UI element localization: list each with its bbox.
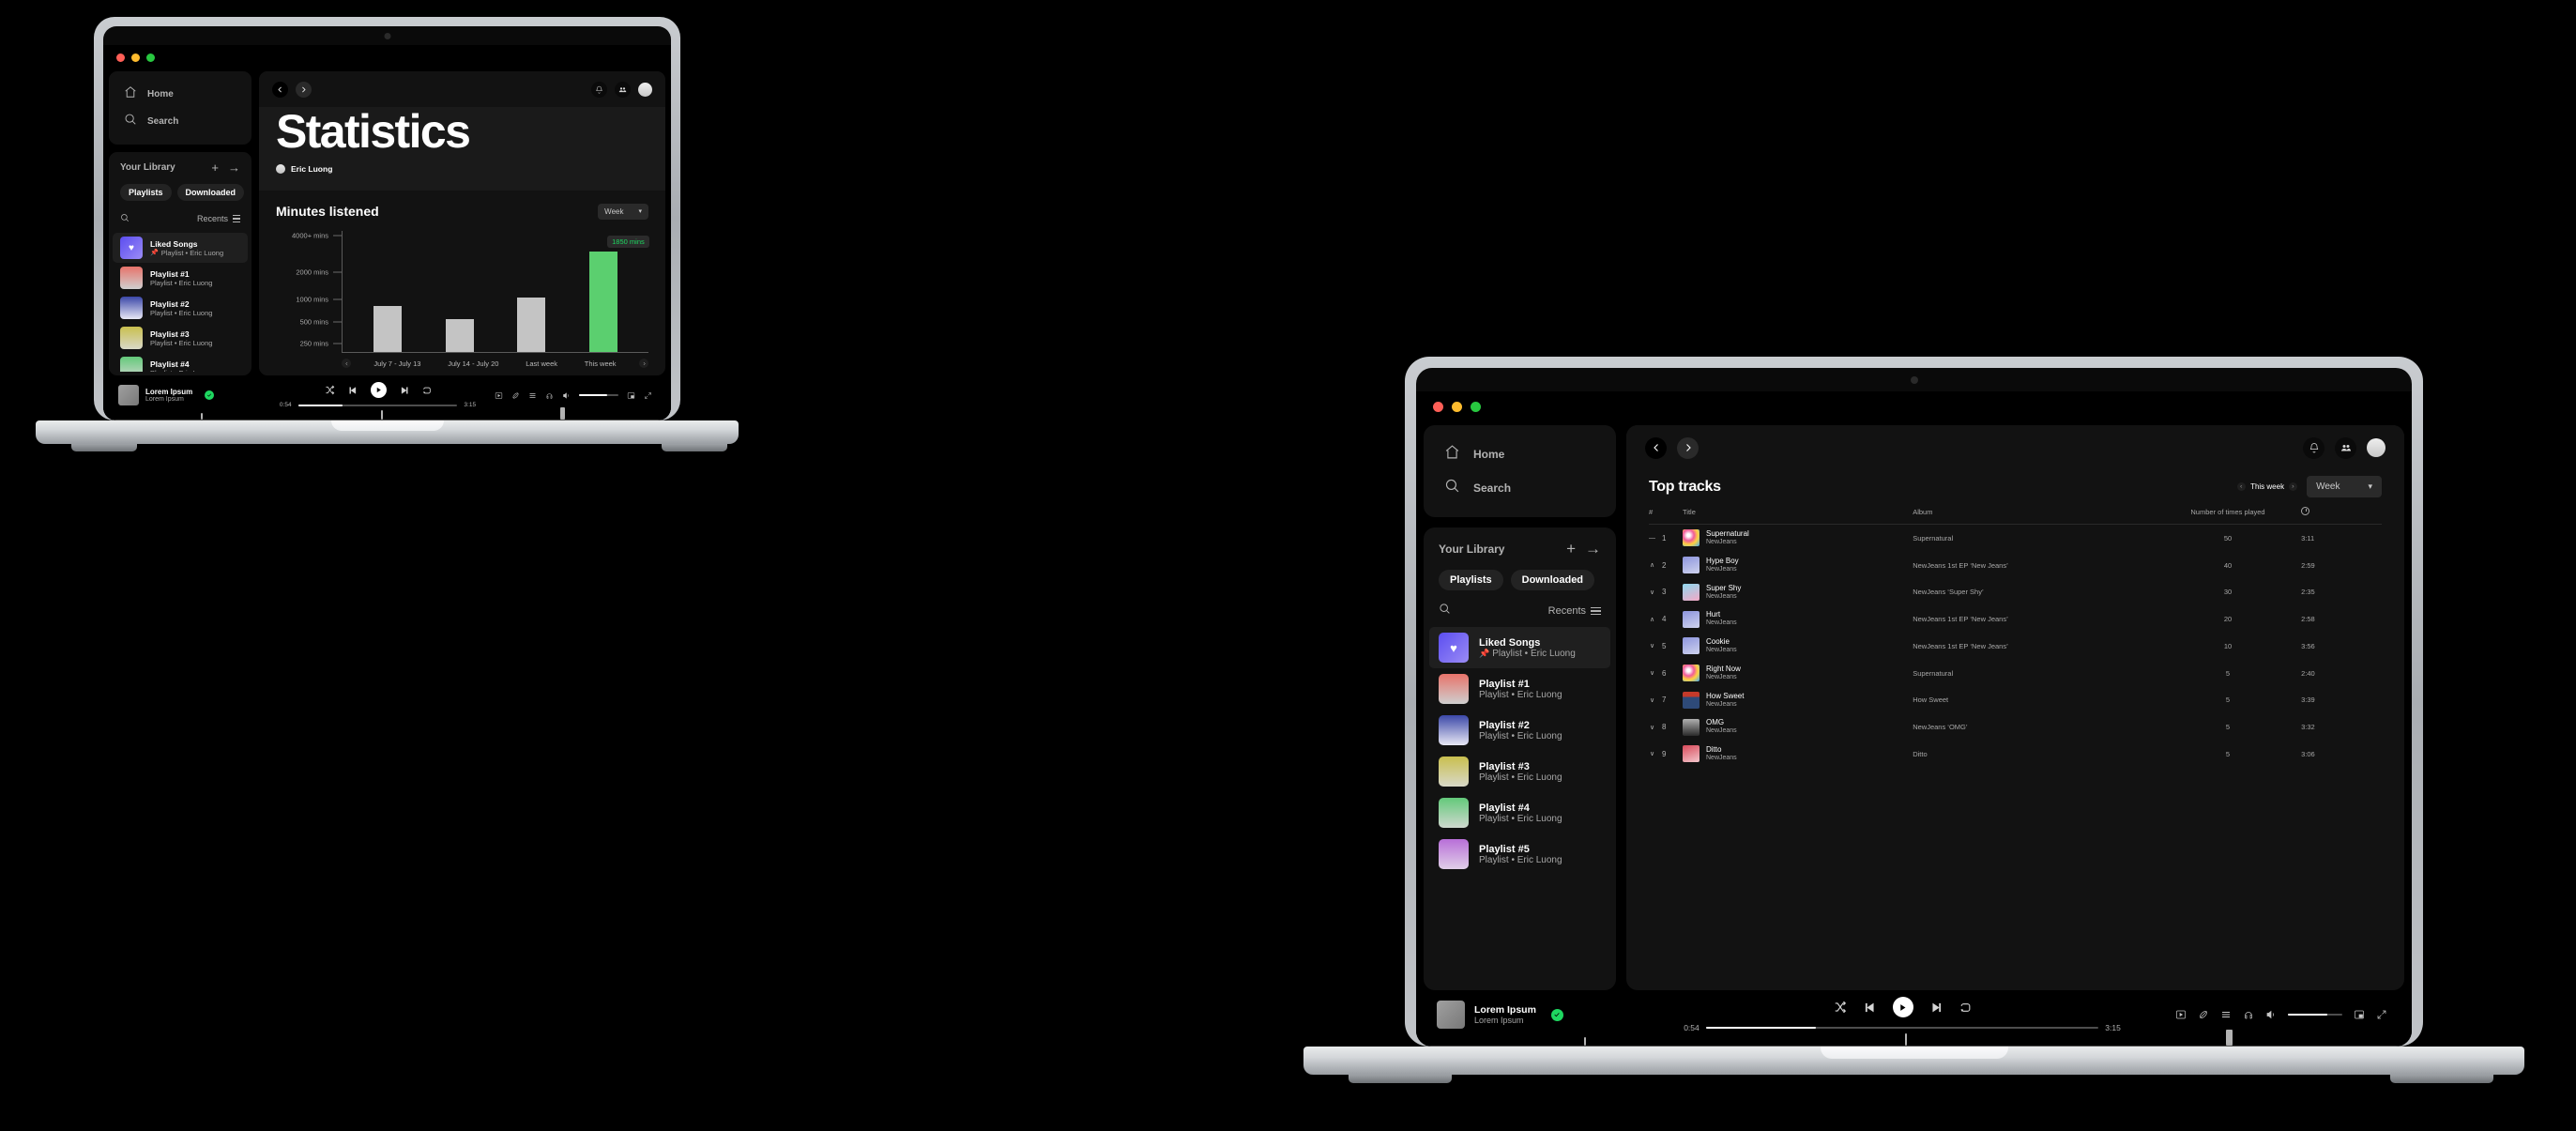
chart-plot-area: 1850 mins: [342, 230, 649, 353]
maximize-window-button[interactable]: [146, 53, 155, 62]
laptop-base: [36, 420, 739, 444]
volume-slider[interactable]: [579, 394, 618, 396]
close-window-button[interactable]: [116, 53, 125, 62]
album-art: [1683, 745, 1700, 763]
chart-y-axis: 4000+ mins 2000 mins 1000 mins 500 mins …: [276, 231, 342, 354]
library-icon: [1416, 391, 2401, 1047]
laptop-base-notch: [1820, 1047, 2008, 1059]
volume-slider[interactable]: [2288, 1014, 2342, 1016]
laptop-base: [1303, 1047, 2524, 1075]
album-art: [1683, 583, 1700, 601]
album-art: [1683, 557, 1700, 574]
bar-column: [373, 231, 403, 352]
chart-bars: 1850 mins: [343, 231, 649, 353]
your-library-card: Your Library + → Playlists Downloaded Re…: [1416, 527, 2401, 1047]
spotify-app-window-2: Home Search Your Library + → Playlists D…: [1416, 391, 2412, 1047]
laptop-front: Home Search Your Library + → Playlists D…: [36, 17, 739, 451]
album-art: [1683, 610, 1700, 628]
album-art: [1683, 718, 1700, 736]
your-library-card: Your Library + → Playlists Downloaded Re…: [103, 152, 663, 420]
webcam: [384, 33, 390, 39]
seek-track[interactable]: [1705, 1027, 2099, 1029]
minutes-bar-chart: 4000+ mins 2000 mins 1000 mins 500 mins …: [276, 220, 649, 354]
library-header: Your Library + →: [103, 161, 663, 420]
maximize-window-button[interactable]: [1471, 402, 1481, 412]
laptop-bezel: Home Search Your Library + → Playlists D…: [103, 26, 671, 420]
sidebar: Home Search Your Library + → Playlists D…: [103, 71, 663, 420]
laptop-foot-left: [1349, 1075, 1452, 1083]
scene: Home Search Your Library + → Playlists D…: [0, 0, 2576, 1131]
laptop-screen: Home Search Your Library + → Playlists D…: [1416, 391, 2412, 1047]
bar[interactable]: [373, 305, 403, 352]
close-window-button[interactable]: [1433, 402, 1443, 412]
bar-column: 1850 mins: [588, 231, 649, 352]
laptop-lid: Home Search Your Library + → Playlists D…: [94, 17, 680, 420]
album-art: [1683, 665, 1700, 682]
laptop-lid: Home Search Your Library + → Playlists D…: [1405, 357, 2423, 1047]
album-art: [1683, 691, 1700, 709]
bar-tooltip: 1850 mins: [607, 235, 649, 248]
laptop-screen: Home Search Your Library + → Playlists D…: [103, 45, 671, 420]
y-tick: 500 mins: [300, 318, 342, 327]
y-tick: 2000 mins: [296, 267, 342, 276]
window-traffic-lights[interactable]: [116, 53, 155, 62]
laptop-foot-right: [662, 444, 727, 451]
bar-highlighted[interactable]: [588, 251, 617, 352]
y-tick: 250 mins: [300, 339, 342, 347]
bar-column: [445, 231, 474, 352]
sidebar: Home Search Your Library + → Playlists D…: [1416, 425, 2401, 1047]
laptop-bezel: Home Search Your Library + → Playlists D…: [1416, 368, 2412, 1047]
window-traffic-lights[interactable]: [1433, 402, 1481, 412]
album-art: [1683, 529, 1700, 547]
bar[interactable]: [517, 297, 546, 352]
bar[interactable]: [445, 319, 474, 352]
seek-track[interactable]: [297, 404, 458, 406]
bar-column: [517, 231, 546, 352]
minimize-window-button[interactable]: [1452, 402, 1462, 412]
minimize-window-button[interactable]: [131, 53, 140, 62]
y-tick: 4000+ mins: [292, 231, 342, 239]
laptop-base-notch: [330, 420, 444, 431]
laptop-foot-left: [71, 444, 137, 451]
laptop-back: Home Search Your Library + → Playlists D…: [1303, 357, 2524, 1083]
webcam: [1910, 376, 1918, 384]
y-tick: 1000 mins: [296, 295, 342, 303]
album-art: [1683, 637, 1700, 655]
spotify-app-window: Home Search Your Library + → Playlists D…: [103, 45, 671, 420]
laptop-foot-right: [2390, 1075, 2493, 1083]
library-header: Your Library + →: [1416, 541, 2401, 1047]
